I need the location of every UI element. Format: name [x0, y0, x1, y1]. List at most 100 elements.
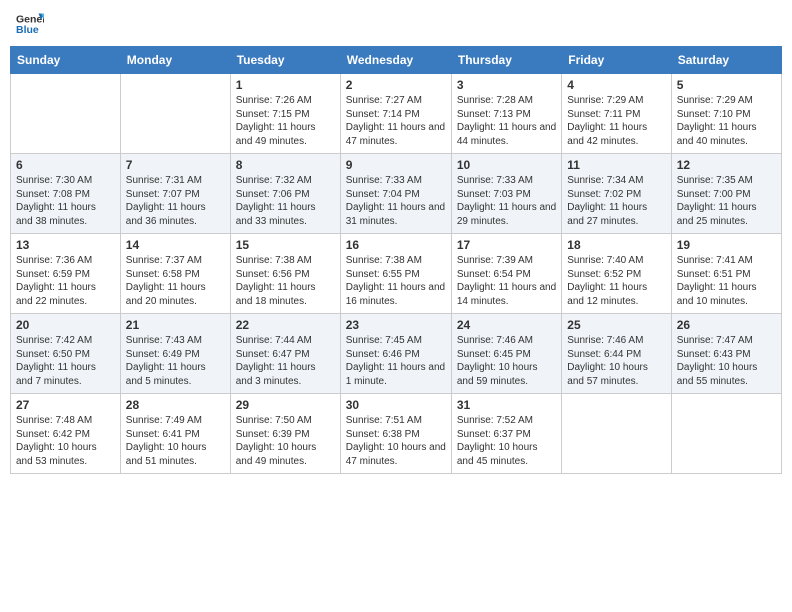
day-detail: Sunrise: 7:36 AM Sunset: 6:59 PM Dayligh…	[16, 254, 115, 308]
calendar-cell: 1 Sunrise: 7:26 AM Sunset: 7:15 PM Daylig…	[230, 74, 340, 154]
calendar-cell	[11, 74, 121, 154]
weekday-header-monday: Monday	[120, 47, 230, 74]
day-number: 29	[236, 398, 335, 412]
calendar-table: SundayMondayTuesdayWednesdayThursdayFrid…	[10, 46, 782, 474]
day-number: 17	[457, 238, 556, 252]
calendar-cell: 30Sunrise: 7:51 AM Sunset: 6:38 PM Dayli…	[340, 394, 451, 474]
calendar-cell: 28Sunrise: 7:49 AM Sunset: 6:41 PM Dayli…	[120, 394, 230, 474]
day-number: 6	[16, 158, 115, 172]
calendar-cell: 13 Sunrise: 7:36 AM Sunset: 6:59 PM Dayli…	[11, 234, 121, 314]
calendar-cell: 20 Sunrise: 7:42 AM Sunset: 6:50 PM Dayli…	[11, 314, 121, 394]
day-number: 9	[346, 158, 446, 172]
day-detail: Sunrise: 7:29 AM Sunset: 7:11 PM Dayligh…	[567, 94, 665, 148]
calendar-week-5: 27Sunrise: 7:48 AM Sunset: 6:42 PM Dayli…	[11, 394, 782, 474]
calendar-cell: 18Sunrise: 7:40 AM Sunset: 6:52 PM Dayli…	[562, 234, 671, 314]
day-number: 7	[126, 158, 225, 172]
calendar-cell: 23 Sunrise: 7:45 AM Sunset: 6:46 PM Dayli…	[340, 314, 451, 394]
weekday-header-saturday: Saturday	[671, 47, 781, 74]
day-number: 2	[346, 78, 446, 92]
calendar-cell: 3 Sunrise: 7:28 AM Sunset: 7:13 PM Daylig…	[451, 74, 561, 154]
calendar-cell	[562, 394, 671, 474]
day-number: 16	[346, 238, 446, 252]
day-detail: Sunrise: 7:50 AM Sunset: 6:39 PM Dayligh…	[236, 414, 335, 468]
day-detail: Sunrise: 7:38 AM Sunset: 6:55 PM Dayligh…	[346, 254, 446, 308]
day-detail: Sunrise: 7:28 AM Sunset: 7:13 PM Dayligh…	[457, 94, 556, 148]
calendar-cell: 12 Sunrise: 7:35 AM Sunset: 7:00 PM Dayli…	[671, 154, 781, 234]
day-number: 31	[457, 398, 556, 412]
calendar-cell: 2 Sunrise: 7:27 AM Sunset: 7:14 PM Daylig…	[340, 74, 451, 154]
day-detail: Sunrise: 7:26 AM Sunset: 7:15 PM Dayligh…	[236, 94, 335, 148]
day-number: 4	[567, 78, 665, 92]
day-detail: Sunrise: 7:35 AM Sunset: 7:00 PM Dayligh…	[677, 174, 776, 228]
day-detail: Sunrise: 7:33 AM Sunset: 7:03 PM Dayligh…	[457, 174, 556, 228]
calendar-cell: 15 Sunrise: 7:38 AM Sunset: 6:56 PM Dayli…	[230, 234, 340, 314]
day-number: 25	[567, 318, 665, 332]
calendar-cell	[671, 394, 781, 474]
calendar-cell: 21 Sunrise: 7:43 AM Sunset: 6:49 PM Dayli…	[120, 314, 230, 394]
calendar-week-3: 13 Sunrise: 7:36 AM Sunset: 6:59 PM Dayli…	[11, 234, 782, 314]
calendar-cell: 22Sunrise: 7:44 AM Sunset: 6:47 PM Dayli…	[230, 314, 340, 394]
calendar-cell: 8 Sunrise: 7:32 AM Sunset: 7:06 PM Daylig…	[230, 154, 340, 234]
day-number: 20	[16, 318, 115, 332]
calendar-cell: 25 Sunrise: 7:46 AM Sunset: 6:44 PM Dayli…	[562, 314, 671, 394]
day-detail: Sunrise: 7:45 AM Sunset: 6:46 PM Dayligh…	[346, 334, 446, 388]
calendar-cell: 29 Sunrise: 7:50 AM Sunset: 6:39 PM Dayli…	[230, 394, 340, 474]
calendar-cell: 17Sunrise: 7:39 AM Sunset: 6:54 PM Dayli…	[451, 234, 561, 314]
day-detail: Sunrise: 7:49 AM Sunset: 6:41 PM Dayligh…	[126, 414, 225, 468]
weekday-header-sunday: Sunday	[11, 47, 121, 74]
day-detail: Sunrise: 7:33 AM Sunset: 7:04 PM Dayligh…	[346, 174, 446, 228]
day-number: 23	[346, 318, 446, 332]
calendar-cell: 6Sunrise: 7:30 AM Sunset: 7:08 PM Daylig…	[11, 154, 121, 234]
weekday-header-row: SundayMondayTuesdayWednesdayThursdayFrid…	[11, 47, 782, 74]
day-number: 18	[567, 238, 665, 252]
calendar-cell: 16 Sunrise: 7:38 AM Sunset: 6:55 PM Dayli…	[340, 234, 451, 314]
weekday-header-friday: Friday	[562, 47, 671, 74]
day-number: 8	[236, 158, 335, 172]
day-number: 5	[677, 78, 776, 92]
day-detail: Sunrise: 7:43 AM Sunset: 6:49 PM Dayligh…	[126, 334, 225, 388]
day-number: 15	[236, 238, 335, 252]
day-number: 10	[457, 158, 556, 172]
weekday-header-tuesday: Tuesday	[230, 47, 340, 74]
calendar-cell	[120, 74, 230, 154]
day-number: 11	[567, 158, 665, 172]
day-detail: Sunrise: 7:42 AM Sunset: 6:50 PM Dayligh…	[16, 334, 115, 388]
day-number: 27	[16, 398, 115, 412]
day-detail: Sunrise: 7:52 AM Sunset: 6:37 PM Dayligh…	[457, 414, 556, 468]
day-detail: Sunrise: 7:38 AM Sunset: 6:56 PM Dayligh…	[236, 254, 335, 308]
calendar-cell: 26 Sunrise: 7:47 AM Sunset: 6:43 PM Dayli…	[671, 314, 781, 394]
calendar-cell: 31 Sunrise: 7:52 AM Sunset: 6:37 PM Dayli…	[451, 394, 561, 474]
svg-text:Blue: Blue	[16, 24, 39, 36]
day-detail: Sunrise: 7:41 AM Sunset: 6:51 PM Dayligh…	[677, 254, 776, 308]
day-detail: Sunrise: 7:46 AM Sunset: 6:45 PM Dayligh…	[457, 334, 556, 388]
logo: General Blue	[14, 10, 46, 38]
calendar-week-1: 1 Sunrise: 7:26 AM Sunset: 7:15 PM Daylig…	[11, 74, 782, 154]
day-detail: Sunrise: 7:46 AM Sunset: 6:44 PM Dayligh…	[567, 334, 665, 388]
day-number: 21	[126, 318, 225, 332]
calendar-cell: 10 Sunrise: 7:33 AM Sunset: 7:03 PM Dayli…	[451, 154, 561, 234]
calendar-week-4: 20 Sunrise: 7:42 AM Sunset: 6:50 PM Dayli…	[11, 314, 782, 394]
day-detail: Sunrise: 7:51 AM Sunset: 6:38 PM Dayligh…	[346, 414, 446, 468]
day-detail: Sunrise: 7:34 AM Sunset: 7:02 PM Dayligh…	[567, 174, 665, 228]
calendar-cell: 19 Sunrise: 7:41 AM Sunset: 6:51 PM Dayli…	[671, 234, 781, 314]
calendar-cell: 24 Sunrise: 7:46 AM Sunset: 6:45 PM Dayli…	[451, 314, 561, 394]
day-number: 24	[457, 318, 556, 332]
day-number: 1	[236, 78, 335, 92]
day-number: 3	[457, 78, 556, 92]
day-number: 14	[126, 238, 225, 252]
day-detail: Sunrise: 7:32 AM Sunset: 7:06 PM Dayligh…	[236, 174, 335, 228]
logo-icon: General Blue	[16, 10, 44, 38]
calendar-cell: 27Sunrise: 7:48 AM Sunset: 6:42 PM Dayli…	[11, 394, 121, 474]
weekday-header-thursday: Thursday	[451, 47, 561, 74]
day-number: 19	[677, 238, 776, 252]
day-detail: Sunrise: 7:47 AM Sunset: 6:43 PM Dayligh…	[677, 334, 776, 388]
day-detail: Sunrise: 7:31 AM Sunset: 7:07 PM Dayligh…	[126, 174, 225, 228]
day-number: 26	[677, 318, 776, 332]
calendar-cell: 7 Sunrise: 7:31 AM Sunset: 7:07 PM Daylig…	[120, 154, 230, 234]
calendar-week-2: 6Sunrise: 7:30 AM Sunset: 7:08 PM Daylig…	[11, 154, 782, 234]
day-detail: Sunrise: 7:44 AM Sunset: 6:47 PM Dayligh…	[236, 334, 335, 388]
calendar-cell: 9 Sunrise: 7:33 AM Sunset: 7:04 PM Daylig…	[340, 154, 451, 234]
day-number: 13	[16, 238, 115, 252]
day-number: 12	[677, 158, 776, 172]
day-detail: Sunrise: 7:27 AM Sunset: 7:14 PM Dayligh…	[346, 94, 446, 148]
